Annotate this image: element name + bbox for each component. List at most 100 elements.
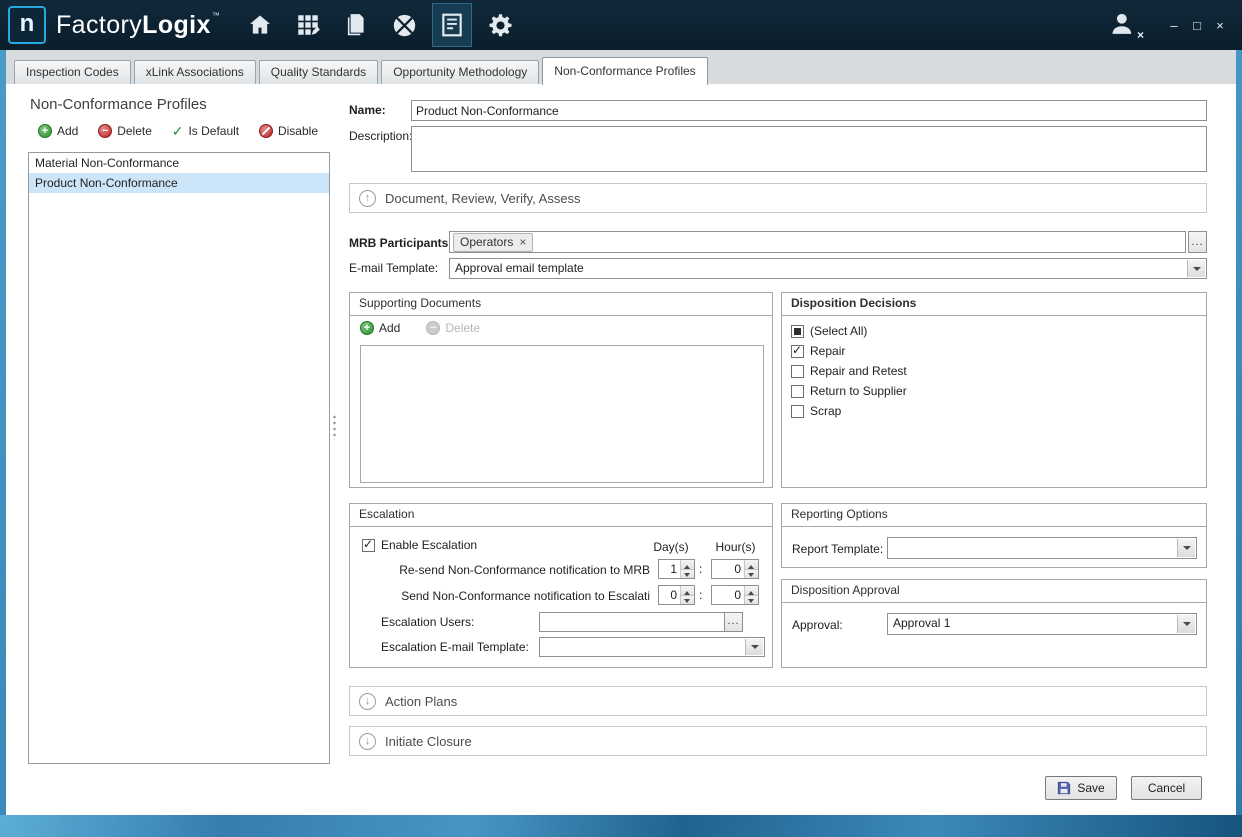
reporting-options-group: Reporting Options Report Template: [781,503,1207,568]
document-delete-button[interactable]: − Delete [426,321,480,335]
escalation-email-template-combo[interactable] [539,637,765,657]
spin-up-icon[interactable] [745,560,758,569]
tab-quality-standards[interactable]: Quality Standards [259,60,378,84]
mrb-participants-label: MRB Participants: [349,236,452,250]
supporting-documents-list[interactable] [360,345,764,483]
email-template-combo[interactable]: Approval email template [449,258,1207,279]
tab-non-conformance-profiles[interactable]: Non-Conformance Profiles [542,57,707,85]
name-input[interactable] [411,100,1207,121]
collapse-arrow-up-icon[interactable]: ↑ [359,190,376,207]
brand-wordmark: FactoryLogix™ [56,11,220,40]
production-grid-icon[interactable] [288,3,328,47]
chevron-down-icon[interactable] [1177,539,1195,557]
name-label: Name: [349,103,386,117]
section-document-review-verify-assess[interactable]: ↑ Document, Review, Verify, Assess [349,183,1207,213]
settings-gear-icon[interactable] [480,3,520,47]
user-logout-icon[interactable]: × [1109,10,1139,40]
profile-item-product[interactable]: Product Non-Conformance [29,173,329,193]
chevron-down-icon[interactable] [1187,260,1205,277]
expand-arrow-down-icon[interactable]: ↓ [359,733,376,750]
participant-chip: Operators × [453,233,533,252]
titlebar: n FactoryLogix™ × [0,0,1242,50]
document-add-button[interactable]: + Add [360,321,400,335]
report-template-combo[interactable] [887,537,1197,559]
logo-letter: n [20,12,35,36]
add-label: Add [379,321,400,335]
delete-icon: − [426,321,440,335]
mrb-browse-button[interactable]: ... [1188,231,1207,253]
minimize-button[interactable]: – [1164,18,1184,33]
disable-label: Disable [278,124,318,138]
checkbox-enable-escalation[interactable]: Enable Escalation [362,537,477,553]
resend-mrb-label: Re-send Non-Conformance notification to … [358,563,650,577]
spin-up-icon[interactable] [681,586,694,595]
supporting-documents-title: Supporting Documents [350,293,772,316]
panel-splitter[interactable] [332,414,337,440]
chevron-down-icon[interactable] [1177,615,1195,633]
save-button[interactable]: Save [1045,776,1117,800]
titlebar-right: × – □ × [1109,10,1230,40]
escalation-users-input[interactable] [539,612,725,632]
profile-form: Name: Description: ↑ Document, Review, V… [343,98,1207,815]
home-icon[interactable] [240,3,280,47]
send-escalation-label: Send Non-Conformance notification to Esc… [358,589,650,603]
checkbox-return-to-supplier[interactable]: Return to Supplier [791,383,907,399]
expand-arrow-down-icon[interactable]: ↓ [359,693,376,710]
delete-icon: − [98,124,112,138]
spin-down-icon[interactable] [681,569,694,579]
profiles-toolbar: + Add − Delete ✓ Is Default Disable [28,124,328,138]
mrb-days-spinner[interactable]: 1 [658,559,695,579]
section-initiate-closure[interactable]: ↓ Initiate Closure [349,726,1207,756]
profile-is-default-button[interactable]: ✓ Is Default [172,124,239,138]
checkbox-icon [362,539,375,552]
mrb-participants-field[interactable]: Operators × [449,231,1186,253]
mrb-hours-spinner[interactable]: 0 [711,559,759,579]
spin-up-icon[interactable] [681,560,694,569]
escalation-hours-spinner[interactable]: 0 [711,585,759,605]
checkbox-repair-and-retest[interactable]: Repair and Retest [791,363,907,379]
reporting-options-title: Reporting Options [782,504,1206,527]
checkbox-icon [791,325,804,338]
spin-up-icon[interactable] [745,586,758,595]
spin-down-icon[interactable] [745,569,758,579]
tab-inspection-codes[interactable]: Inspection Codes [14,60,131,84]
hours-header: Hour(s) [708,540,763,554]
close-button[interactable]: × [1210,18,1230,33]
disable-icon [259,124,273,138]
escalation-days-spinner[interactable]: 0 [658,585,695,605]
profile-item-material[interactable]: Material Non-Conformance [29,153,329,173]
spin-down-icon[interactable] [745,595,758,605]
description-input[interactable] [411,126,1207,172]
save-label: Save [1077,781,1104,795]
email-template-value: Approval email template [455,259,1186,278]
window-frame-accent [0,815,1242,837]
checkbox-select-all[interactable]: (Select All) [791,323,867,339]
profile-delete-button[interactable]: − Delete [98,124,152,138]
supporting-documents-group: Supporting Documents + Add − Delete [349,292,773,488]
profile-add-button[interactable]: + Add [38,124,78,138]
supporting-documents-toolbar: + Add − Delete [360,321,480,335]
escalation-users-browse-button[interactable]: ... [724,612,743,632]
cancel-label: Cancel [1148,781,1185,795]
section-action-plans[interactable]: ↓ Action Plans [349,686,1207,716]
disposition-approval-title: Disposition Approval [782,580,1206,603]
chevron-down-icon[interactable] [745,639,763,655]
tab-opportunity-methodology[interactable]: Opportunity Methodology [381,60,539,84]
quality-module-icon[interactable] [432,3,472,47]
chip-remove-icon[interactable]: × [519,236,526,248]
app-nav [236,0,524,50]
documents-icon[interactable] [336,3,376,47]
check-icon: ✓ [172,124,184,138]
maximize-button[interactable]: □ [1187,18,1207,33]
approval-combo[interactable]: Approval 1 [887,613,1197,635]
tab-bar: Inspection Codes xLink Associations Qual… [6,50,1236,85]
checkbox-scrap[interactable]: Scrap [791,403,841,419]
profile-disable-button[interactable]: Disable [259,124,318,138]
navigator-icon[interactable] [384,3,424,47]
profiles-list[interactable]: Material Non-Conformance Product Non-Con… [28,152,330,764]
tab-xlink-associations[interactable]: xLink Associations [134,60,256,84]
spin-down-icon[interactable] [681,595,694,605]
checkbox-repair[interactable]: Repair [791,343,845,359]
cancel-button[interactable]: Cancel [1131,776,1202,800]
save-disk-icon [1057,781,1071,795]
